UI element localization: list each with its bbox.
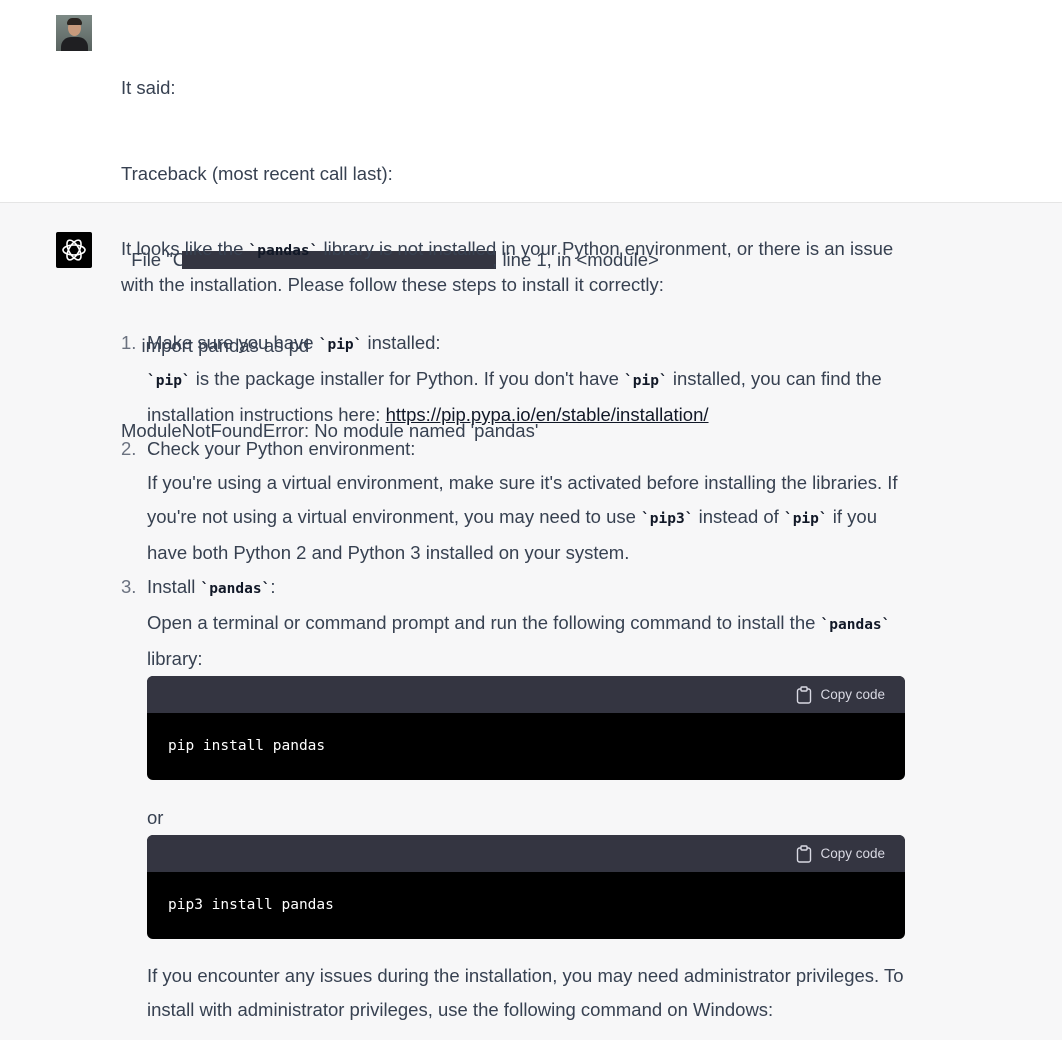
user-avatar [56, 15, 92, 51]
step-body: If you're using a virtual environment, m… [147, 472, 898, 563]
step-title: Check your Python environment: [147, 438, 416, 459]
copy-code-label: Copy code [820, 846, 885, 861]
clipboard-icon [797, 845, 812, 863]
user-message: It said: Traceback (most recent call las… [0, 0, 1062, 441]
steps-list: 1. Make sure you have `pip` installed: `… [121, 326, 911, 1027]
step-body: Open a terminal or command prompt and ru… [147, 612, 891, 669]
copy-code-button[interactable]: Copy code [796, 685, 885, 705]
inline-code: `pip` [318, 337, 363, 353]
clipboard-icon [797, 686, 812, 704]
inline-code: `pip3` [641, 511, 694, 527]
list-number: 3. [121, 576, 137, 597]
admin-privileges-paragraph: If you encounter any issues during the i… [147, 965, 904, 1020]
code-block: Copy code pip3 install pandas [147, 835, 905, 939]
user-line: Traceback (most recent call last): [121, 162, 393, 184]
code-content: pip3 install pandas [168, 897, 334, 913]
inline-code: `pandas` [248, 243, 319, 259]
inline-code: `pip` [624, 373, 668, 389]
openai-logo-icon [56, 232, 92, 268]
list-number: 2. [121, 438, 137, 459]
inline-code: `pandas` [200, 581, 271, 597]
inline-code: `pandas` [820, 617, 891, 633]
or-text: or [147, 807, 164, 828]
inline-code: `pip` [783, 511, 828, 527]
code-content: pip install pandas [168, 738, 326, 754]
step-body: `pip` is the package installer for Pytho… [147, 368, 882, 425]
list-item: 3. Install `pandas`: Open a terminal or … [121, 570, 911, 1027]
list-item: 2. Check your Python environment: If you… [121, 432, 911, 570]
step-title: Make sure you have `pip` installed: [147, 332, 441, 353]
list-number: 1. [121, 332, 137, 353]
code-block-header: Copy code [147, 835, 905, 872]
list-item: 1. Make sure you have `pip` installed: `… [121, 326, 911, 432]
user-line: It said: [121, 77, 176, 99]
step-title: Install `pandas`: [147, 576, 276, 597]
intro-paragraph: It looks like the `pandas` library is no… [121, 238, 894, 295]
pip-install-link[interactable]: https://pip.pypa.io/en/stable/installati… [386, 404, 709, 425]
copy-code-button[interactable]: Copy code [796, 844, 885, 864]
code-block: Copy code pip install pandas [147, 676, 905, 780]
inline-code: `pip` [147, 373, 191, 389]
code-block-header: Copy code [147, 676, 905, 713]
assistant-message: It looks like the `pandas` library is no… [121, 232, 911, 1027]
copy-code-label: Copy code [820, 687, 885, 702]
